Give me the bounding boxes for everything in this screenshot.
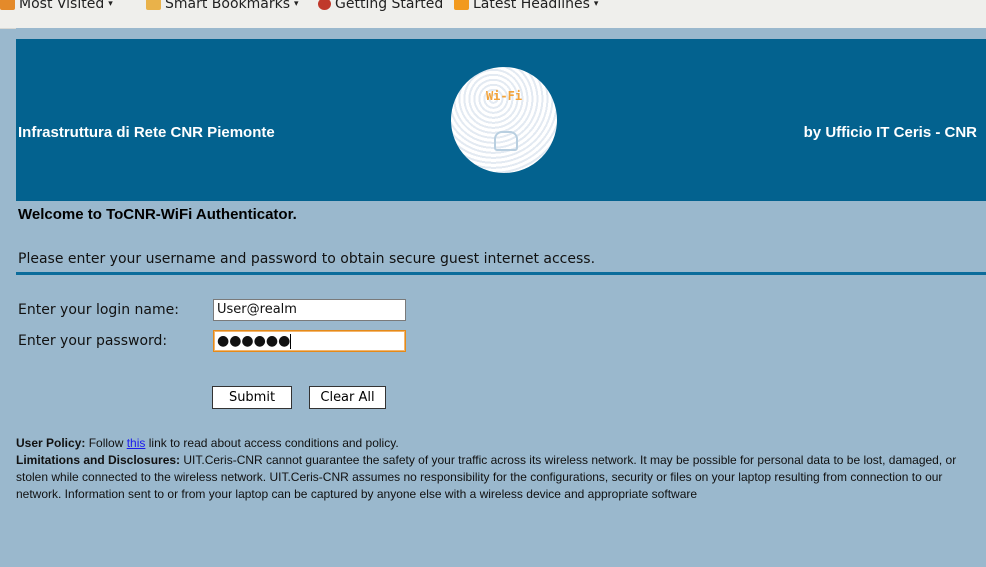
bookmark-label: Most Visited (19, 0, 105, 12)
bookmark-getting-started[interactable]: Getting Started (318, 0, 443, 12)
policy-section: User Policy: Follow this link to read ab… (16, 435, 978, 503)
policy-link[interactable]: this (127, 436, 146, 450)
getting-started-icon (318, 0, 331, 10)
user-policy-heading: User Policy: (16, 436, 86, 450)
wifi-logo: Wi-Fi (451, 67, 557, 173)
password-input[interactable]: ●●●●●● (213, 330, 406, 352)
bookmark-most-visited[interactable]: Most Visited ▾ (0, 0, 113, 12)
instructions-text: Please enter your username and password … (18, 251, 596, 267)
limitations: Limitations and Disclosures: UIT.Ceris-C… (16, 452, 978, 503)
login-input[interactable]: User@realm (213, 299, 406, 321)
smart-bookmarks-icon (146, 0, 161, 10)
rss-icon (454, 0, 469, 10)
chevron-down-icon: ▾ (294, 0, 299, 9)
logo-text: Wi-Fi (485, 89, 523, 103)
header-banner: Infrastruttura di Rete CNR Piemonte Wi-F… (16, 39, 986, 201)
bookmark-smart-bookmarks[interactable]: Smart Bookmarks ▾ (146, 0, 299, 12)
welcome-heading: Welcome to ToCNR-WiFi Authenticator. (18, 206, 297, 223)
limitations-heading: Limitations and Disclosures: (16, 453, 181, 467)
bookmark-label: Latest Headlines (473, 0, 590, 12)
auth-page: Infrastruttura di Rete CNR Piemonte Wi-F… (16, 28, 986, 567)
bookmarks-toolbar: Most Visited ▾ Smart Bookmarks ▾ Getting… (0, 0, 986, 29)
password-label: Enter your password: (18, 333, 168, 349)
login-label: Enter your login name: (18, 302, 179, 318)
user-policy-text: link to read about access conditions and… (145, 436, 399, 450)
password-masked-value: ●●●●●● (217, 333, 291, 349)
user-policy-text: Follow (85, 436, 127, 450)
bookmark-label: Smart Bookmarks (165, 0, 291, 12)
text-caret (290, 334, 292, 349)
submit-button[interactable]: Submit (212, 386, 292, 409)
bookmark-label: Getting Started (335, 0, 444, 12)
cnr-logo-icon (494, 131, 518, 151)
bookmark-latest-headlines[interactable]: Latest Headlines ▾ (454, 0, 598, 12)
user-policy: User Policy: Follow this link to read ab… (16, 435, 978, 452)
clear-all-button[interactable]: Clear All (309, 386, 386, 409)
chevron-down-icon: ▾ (108, 0, 113, 9)
chevron-down-icon: ▾ (593, 0, 599, 9)
banner-byline: by Ufficio IT Ceris - CNR (803, 124, 977, 141)
banner-org-title: Infrastruttura di Rete CNR Piemonte (18, 124, 275, 141)
divider (16, 272, 986, 275)
most-visited-icon (0, 0, 15, 10)
